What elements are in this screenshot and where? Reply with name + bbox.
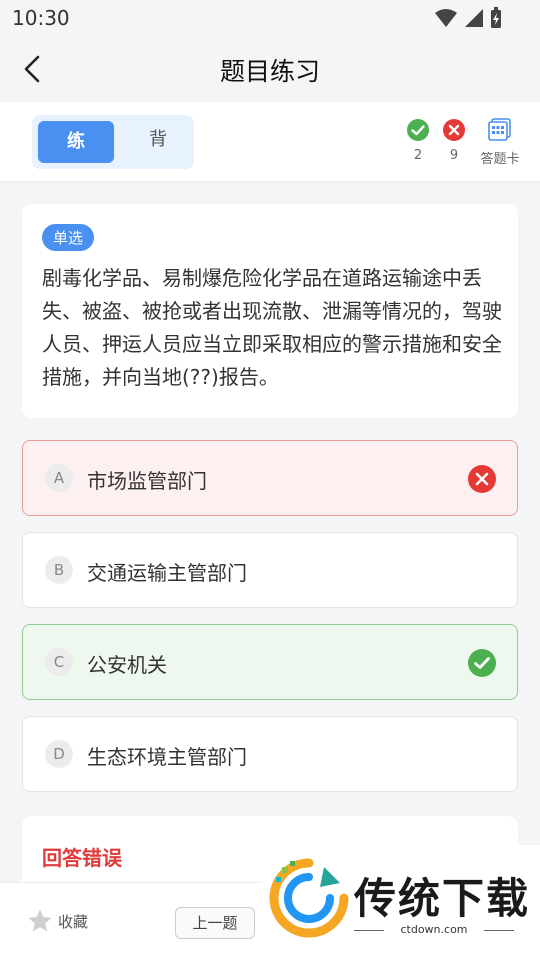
- result-title: 回答错误: [42, 846, 122, 870]
- option-letter: D: [45, 740, 73, 768]
- option-text: 交通运输主管部门: [87, 561, 247, 585]
- answer-card-label: 答题卡: [480, 152, 520, 167]
- nav-bar: 题目练习: [0, 36, 540, 102]
- wrong-count: 9: [434, 118, 474, 163]
- watermark: 传统下载 ctdown.com: [262, 845, 540, 960]
- page-title: 题目练习: [219, 57, 320, 86]
- answer-card-icon: [488, 118, 511, 141]
- status-time: 10:30: [12, 6, 70, 30]
- correct-mark-icon: [468, 649, 496, 677]
- battery-icon: [491, 7, 501, 28]
- prev-question-button[interactable]: 上一题: [175, 907, 255, 939]
- status-icons: [434, 7, 502, 29]
- correct-count-value: 2: [413, 148, 423, 163]
- wrong-mark-icon: [468, 465, 496, 493]
- option-c[interactable]: C 公安机关: [22, 624, 518, 700]
- favorite-label: 收藏: [58, 912, 89, 931]
- correct-count: 2: [398, 118, 438, 163]
- option-text: 生态环境主管部门: [87, 745, 247, 769]
- status-bar: 10:30: [0, 0, 540, 36]
- signal-icon: [465, 9, 483, 27]
- practice-mode-tab[interactable]: 练: [38, 121, 114, 163]
- option-a[interactable]: A 市场监管部门: [22, 440, 518, 516]
- toolbar: 练 背 2 9 答题卡: [0, 102, 540, 182]
- favorite-button[interactable]: 收藏: [26, 907, 88, 935]
- answer-card-button[interactable]: 答题卡: [474, 118, 526, 167]
- mode-switch: 练 背: [32, 115, 194, 169]
- wrong-count-value: 9: [449, 148, 459, 163]
- watermark-logo-icon: [269, 858, 349, 938]
- memorize-mode-tab[interactable]: 背: [128, 125, 188, 151]
- option-text: 市场监管部门: [87, 469, 207, 493]
- wrong-cross-icon: [443, 119, 465, 141]
- option-letter: C: [45, 648, 73, 676]
- star-icon: [28, 909, 52, 932]
- question-card: 单选 剧毒化学品、易制爆危险化学品在道路运输途中丢失、被盗、被抢或者出现流散、泄…: [22, 204, 518, 418]
- watermark-brand: 传统下载: [354, 874, 531, 923]
- option-text: 公安机关: [87, 653, 167, 677]
- option-letter: A: [45, 464, 73, 492]
- correct-check-icon: [407, 119, 429, 141]
- option-letter: B: [45, 556, 73, 584]
- option-d[interactable]: D 生态环境主管部门: [22, 716, 518, 792]
- question-type-badge: 单选: [42, 224, 95, 251]
- watermark-divider: [484, 930, 514, 931]
- option-b[interactable]: B 交通运输主管部门: [22, 532, 518, 608]
- wifi-icon: [435, 9, 457, 27]
- question-text: 剧毒化学品、易制爆危险化学品在道路运输途中丢失、被盗、被抢或者出现流散、泄漏等情…: [42, 266, 502, 389]
